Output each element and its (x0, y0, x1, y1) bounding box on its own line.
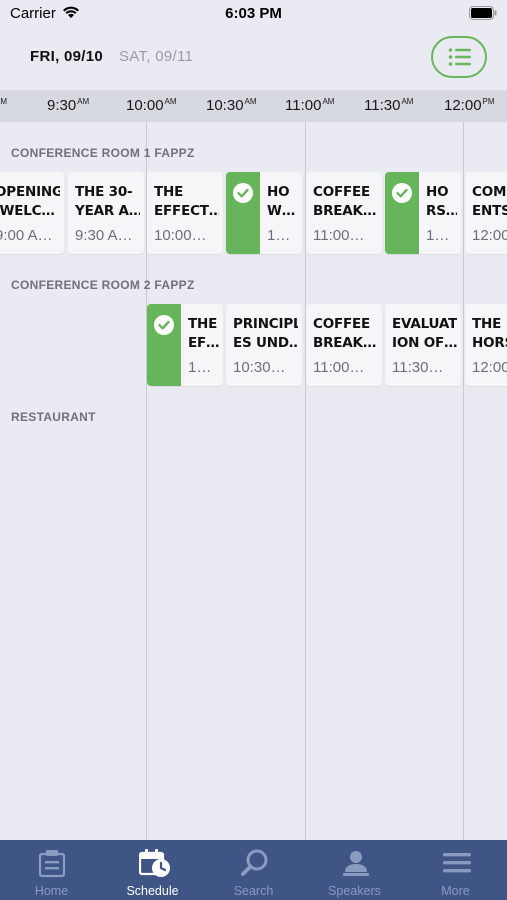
session-title: COFFEE BREAK… (313, 316, 377, 351)
home-icon (38, 850, 66, 878)
room-label: CONFERENCE ROOM 2 FAPPZ (11, 278, 195, 292)
checkmark-icon (154, 315, 174, 335)
battery-icon (469, 6, 497, 25)
tab-search[interactable]: Search (203, 840, 304, 900)
time-label: 9:30AM (47, 97, 90, 114)
date-tab-fri[interactable]: FRI, 09/10 (30, 48, 103, 65)
tab-label: Speakers (328, 884, 381, 898)
tab-label: Schedule (126, 884, 179, 898)
checkmark-icon (392, 183, 412, 203)
bookmarked-indicator (226, 172, 260, 254)
session-card[interactable]: THE HORS 12:00 (465, 304, 507, 386)
session-title: HO W… (267, 184, 295, 219)
tab-more[interactable]: More (405, 840, 506, 900)
session-title: COMP ENTS (472, 184, 507, 219)
session-card[interactable]: COMP ENTS 12:00 (465, 172, 507, 254)
date-selector: FRI, 09/10 SAT, 09/11 (0, 28, 507, 90)
session-card[interactable]: EVALUAT ION OF… 11:30… (385, 304, 461, 386)
session-title: OPENING WELC… (0, 184, 60, 219)
session-time: 11:30… (392, 359, 444, 376)
room-label: CONFERENCE ROOM 1 FAPPZ (11, 146, 195, 160)
session-card-bookmarked[interactable]: HO W… 1… (226, 172, 302, 254)
session-time: 12:00 (472, 227, 507, 244)
session-title: COFFEE BREAK… (313, 184, 377, 219)
session-card[interactable]: COFFEE BREAK… 11:00… (306, 172, 382, 254)
time-label: 11:30AM (364, 97, 414, 114)
time-label: AM (0, 97, 7, 106)
tab-speakers[interactable]: Speakers (304, 840, 405, 900)
session-title: EVALUAT ION OF… (392, 316, 457, 351)
session-title: PRINCIPL ES UND… (233, 316, 298, 351)
session-title: THE HORS (472, 316, 507, 351)
session-card[interactable]: COFFEE BREAK… 11:00… (306, 304, 382, 386)
session-time: 1… (188, 359, 212, 376)
list-icon (448, 48, 471, 66)
session-title: THE 30- YEAR A… (75, 184, 140, 219)
status-bar: Carrier 6:03 PM (0, 0, 507, 28)
session-card[interactable]: PRINCIPL ES UND… 10:30… (226, 304, 302, 386)
session-card[interactable]: THE EFFECT… 10:00… (147, 172, 223, 254)
session-title: THE EFFECT… (154, 184, 219, 219)
time-label: 12:00PM (444, 97, 495, 114)
session-time: 1… (426, 227, 450, 244)
checkmark-icon (233, 183, 253, 203)
time-label: 11:00AM (285, 97, 335, 114)
room-label: RESTAURANT (11, 410, 96, 424)
session-title: HO RS… (426, 184, 457, 219)
tab-label: More (441, 884, 470, 898)
timeline-header: AM 9:30AM 10:00AM 10:30AM 11:00AM 11:30A… (0, 90, 507, 122)
session-card[interactable]: OPENING WELC… 9:00 A… (0, 172, 64, 254)
schedule-icon (139, 849, 170, 877)
session-time: 11:00… (313, 227, 365, 244)
tab-bar: Home Schedule Search Speakers More (0, 840, 507, 900)
search-icon (241, 849, 268, 876)
session-time: 11:00… (313, 359, 365, 376)
session-time: 10:30… (233, 359, 286, 376)
speakers-icon (343, 851, 369, 876)
session-time: 12:00 (472, 359, 507, 376)
session-card[interactable]: THE 30- YEAR A… 9:30 A… (68, 172, 144, 254)
clock: 6:03 PM (225, 5, 282, 22)
session-card-bookmarked[interactable]: HO RS… 1… (385, 172, 461, 254)
time-label: 10:30AM (206, 97, 257, 114)
session-title: THE EF… (188, 316, 219, 351)
list-view-button[interactable] (431, 36, 487, 78)
tab-home[interactable]: Home (1, 840, 102, 900)
session-time: 9:30 A… (75, 227, 133, 244)
session-time: 10:00… (154, 227, 207, 244)
session-time: 1… (267, 227, 291, 244)
session-time: 9:00 A… (0, 227, 53, 244)
date-tab-sat[interactable]: SAT, 09/11 (119, 48, 193, 65)
time-label: 10:00AM (126, 97, 177, 114)
session-card-bookmarked[interactable]: THE EF… 1… (147, 304, 223, 386)
tab-schedule[interactable]: Schedule (102, 840, 203, 900)
bookmarked-indicator (147, 304, 181, 386)
schedule-grid[interactable]: CONFERENCE ROOM 1 FAPPZ OPENING WELC… 9:… (0, 122, 507, 840)
tab-label: Search (233, 884, 274, 898)
bookmarked-indicator (385, 172, 419, 254)
grid-line (463, 122, 464, 840)
more-icon (443, 853, 471, 873)
tab-label: Home (34, 884, 69, 898)
